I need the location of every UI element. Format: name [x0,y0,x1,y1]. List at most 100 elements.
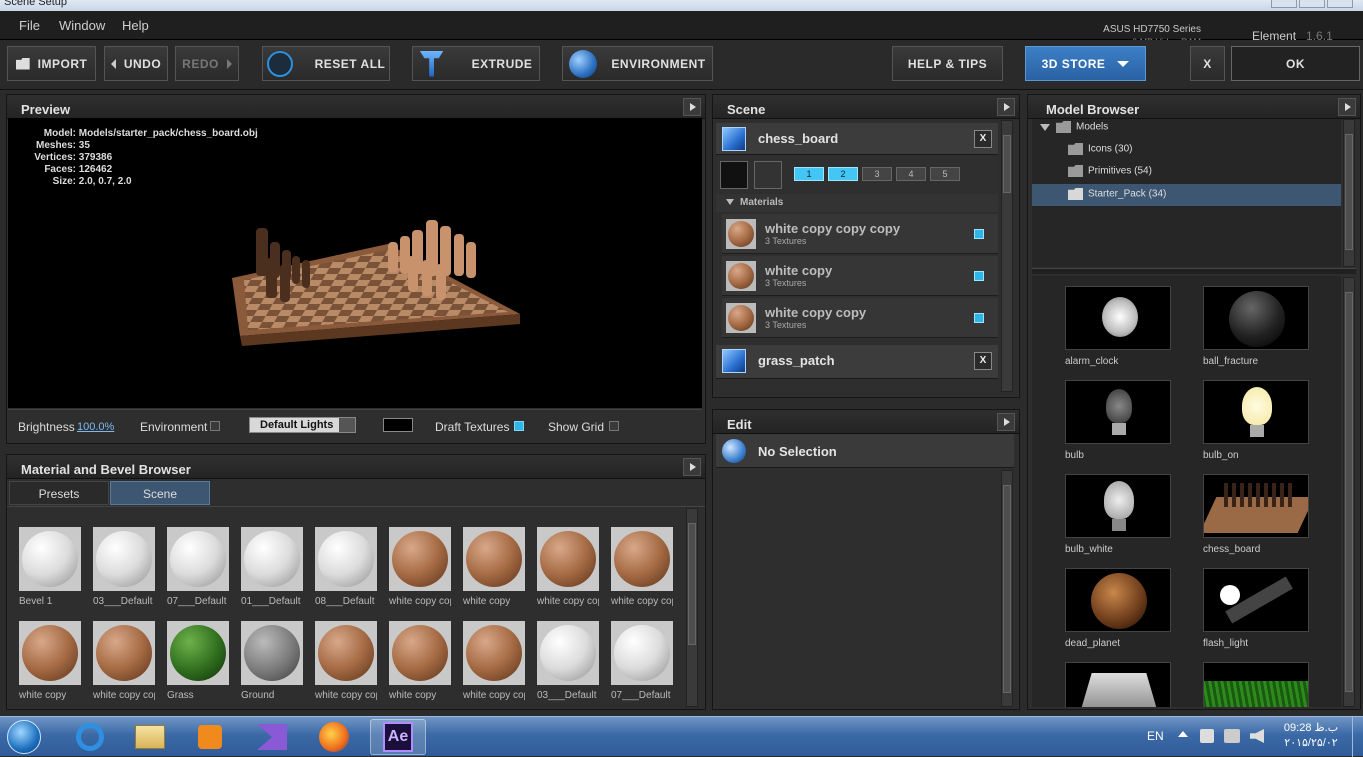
remove-object-button[interactable]: X [974,352,992,370]
preview-panel-menu-icon[interactable] [683,98,701,116]
brightness-value[interactable]: 100.0% [77,421,114,433]
material-item[interactable]: 03___Default [93,527,155,607]
flag-icon[interactable] [1200,729,1214,743]
scene-material-row[interactable]: white copy 3 Textures [722,256,998,296]
lod-button-1[interactable]: 1 [794,167,824,181]
model-item[interactable]: bulb [1065,380,1171,461]
material-item[interactable]: white copy copy [611,527,673,607]
model-panel-menu-icon[interactable] [1338,98,1356,116]
show-desktop-button[interactable] [1352,717,1363,757]
material-item[interactable]: white copy [389,621,451,701]
material-visibility-checkbox[interactable] [974,271,984,281]
redo-button[interactable]: REDO [175,46,239,81]
point-mode-icon[interactable] [720,161,748,189]
model-item[interactable]: bulb_on [1203,380,1309,461]
model-item[interactable]: flash_light [1203,568,1309,649]
material-item[interactable]: white copy copy [389,527,451,607]
material-item[interactable]: Ground [241,621,303,701]
material-item[interactable]: white copy copy [315,621,377,701]
materials-header[interactable]: Materials [716,194,998,212]
taskbar-app-vs[interactable] [244,719,300,755]
taskbar-app-media[interactable] [182,719,238,755]
taskbar-app-ie[interactable] [62,719,118,755]
model-item[interactable]: ball_fracture [1203,286,1309,367]
model-item[interactable]: chess_board [1203,474,1309,555]
start-button[interactable] [0,719,48,755]
extrude-button[interactable]: EXTRUDE [412,46,540,81]
tab-scene[interactable]: Scene [110,481,210,505]
menu-help[interactable]: Help [122,18,149,33]
close-window-button[interactable] [1327,0,1353,8]
environment-checkbox[interactable] [210,421,220,431]
tray-expand-icon[interactable] [1178,731,1188,737]
material-item[interactable]: Grass [167,621,229,701]
material-scrollbar[interactable] [686,508,698,707]
material-item[interactable]: 07___Default [611,621,673,701]
scene-panel-menu-icon[interactable] [997,98,1015,116]
taskbar-app-firefox[interactable] [306,719,362,755]
model-tree-scrollbar[interactable] [1343,119,1355,267]
tab-presets[interactable]: Presets [9,481,109,505]
maximize-button[interactable] [1299,0,1325,8]
material-item[interactable]: 03___Default [537,621,599,701]
minimize-button[interactable] [1271,0,1297,8]
material-item[interactable]: Bevel 1 [19,527,81,607]
edit-scrollbar[interactable] [1001,470,1013,707]
model-item[interactable] [1203,662,1309,707]
material-item[interactable]: white copy copy [93,621,155,701]
tree-item-primitives[interactable]: Primitives (54) [1032,163,1341,183]
tree-item-models[interactable]: Models [1032,119,1341,139]
preview-viewport[interactable]: Model: Models/starter_pack/chess_board.o… [8,118,702,408]
lights-dropdown[interactable]: Default Lights [249,417,356,433]
language-indicator[interactable]: EN [1147,729,1164,743]
background-color-swatch[interactable] [383,418,413,432]
lod-button-2[interactable]: 2 [828,167,858,181]
draft-textures-checkbox[interactable] [514,421,524,431]
scene-object-row[interactable]: grass_patch X [716,345,998,379]
material-visibility-checkbox[interactable] [974,313,984,323]
taskbar-app-explorer[interactable] [122,719,178,755]
reset-all-button[interactable]: RESET ALL [262,46,390,81]
scene-object-row[interactable]: chess_board X [716,123,998,155]
material-item[interactable]: 07___Default [167,527,229,607]
model-grid-scrollbar[interactable] [1343,277,1355,707]
undo-button[interactable]: UNDO [104,46,168,81]
edit-panel-menu-icon[interactable] [997,413,1015,431]
cancel-button[interactable]: X [1190,46,1225,81]
clock[interactable]: 09:28 ب.ظ ۲۰۱۵/۲۵/۰۲ [1278,721,1344,751]
import-button[interactable]: IMPORT [7,46,96,81]
model-item[interactable]: bulb_white [1065,474,1171,555]
3d-store-button[interactable]: 3D STORE [1025,46,1146,81]
material-visibility-checkbox[interactable] [974,229,984,239]
show-grid-checkbox[interactable] [609,421,619,431]
panel-splitter[interactable] [1032,268,1356,274]
volume-icon[interactable] [1250,729,1264,743]
material-item[interactable]: white copy [19,621,81,701]
menu-file[interactable]: File [19,18,40,33]
material-item[interactable]: white copy copy [463,621,525,701]
tree-item-starter-pack[interactable]: Starter_Pack (34) [1032,184,1341,206]
material-item[interactable]: white copy copy [537,527,599,607]
scene-scrollbar[interactable] [1001,120,1013,392]
ok-button[interactable]: OK [1231,46,1360,81]
help-tips-button[interactable]: HELP & TIPS [892,46,1003,81]
model-item[interactable]: alarm_clock [1065,286,1171,367]
model-item[interactable] [1065,662,1171,707]
model-item[interactable]: dead_planet [1065,568,1171,649]
taskbar-app-after-effects[interactable]: Ae [370,719,426,755]
material-item[interactable]: 08___Default [315,527,377,607]
material-item[interactable]: 01___Default [241,527,303,607]
tree-item-icons[interactable]: Icons (30) [1032,141,1341,161]
menu-window[interactable]: Window [59,18,105,33]
lod-button-4[interactable]: 4 [896,167,926,181]
material-item[interactable]: white copy [463,527,525,607]
environment-button[interactable]: ENVIRONMENT [562,46,713,81]
group-mode-icon[interactable] [754,161,782,189]
remove-object-button[interactable]: X [974,130,992,148]
network-icon[interactable] [1224,729,1240,743]
scene-material-row[interactable]: white copy copy 3 Textures [722,298,998,338]
scene-material-row[interactable]: white copy copy copy 3 Textures [722,214,998,254]
material-panel-menu-icon[interactable] [683,458,701,476]
lod-button-5[interactable]: 5 [930,167,960,181]
lod-button-3[interactable]: 3 [862,167,892,181]
